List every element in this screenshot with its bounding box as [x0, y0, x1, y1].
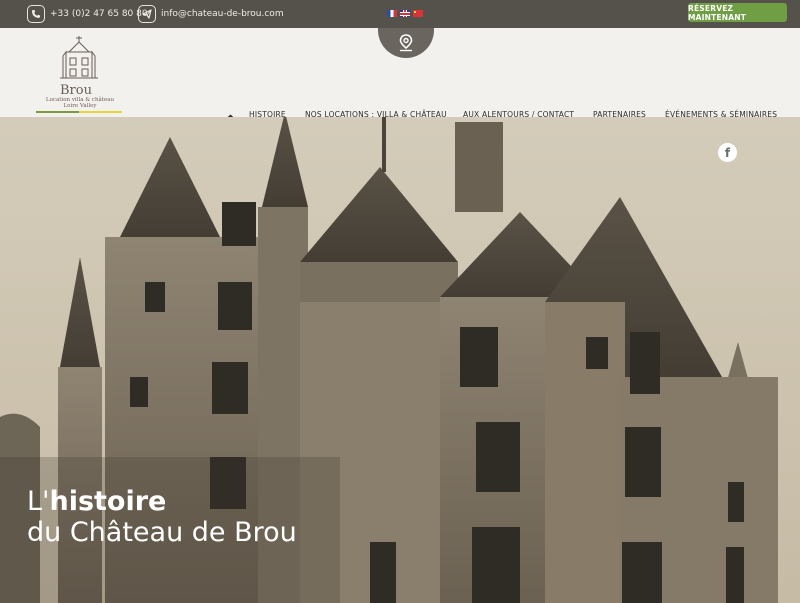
logo-name: Brou [60, 83, 92, 98]
paper-plane-icon [138, 5, 156, 23]
hero-title-bold: histoire [49, 486, 167, 517]
logo-underline [36, 111, 122, 113]
flag-en-icon[interactable] [400, 10, 410, 17]
email-address: info@chateau-de-brou.com [161, 9, 284, 19]
flag-cn-icon[interactable] [413, 10, 423, 17]
facebook-icon: f [724, 145, 731, 160]
reserve-button[interactable]: RÉSERVEZ MAINTENANT [688, 3, 787, 22]
map-pin-icon [399, 34, 413, 52]
email-contact[interactable]: info@chateau-de-brou.com [138, 4, 284, 24]
phone-contact[interactable]: +33 (0)2 47 65 80 80 [27, 4, 148, 24]
map-pin-button[interactable] [378, 28, 434, 58]
facebook-button[interactable]: f [718, 143, 737, 162]
site-header: Brou Location villa & château Loire Vall… [0, 28, 800, 124]
logo-region: Loire Valley [63, 103, 97, 109]
language-selector [387, 10, 423, 17]
phone-icon [27, 5, 45, 23]
top-bar: +33 (0)2 47 65 80 80 info@chateau-de-bro… [0, 0, 800, 28]
hero-title: L'histoire du Château de Brou [27, 486, 297, 548]
flag-fr-icon[interactable] [387, 10, 397, 17]
hero-title-line2: du Château de Brou [27, 517, 297, 548]
phone-number: +33 (0)2 47 65 80 80 [50, 9, 148, 19]
hero-title-prefix: L' [27, 486, 50, 517]
hero-banner: f L'histoire du Château de Brou [0, 117, 800, 603]
